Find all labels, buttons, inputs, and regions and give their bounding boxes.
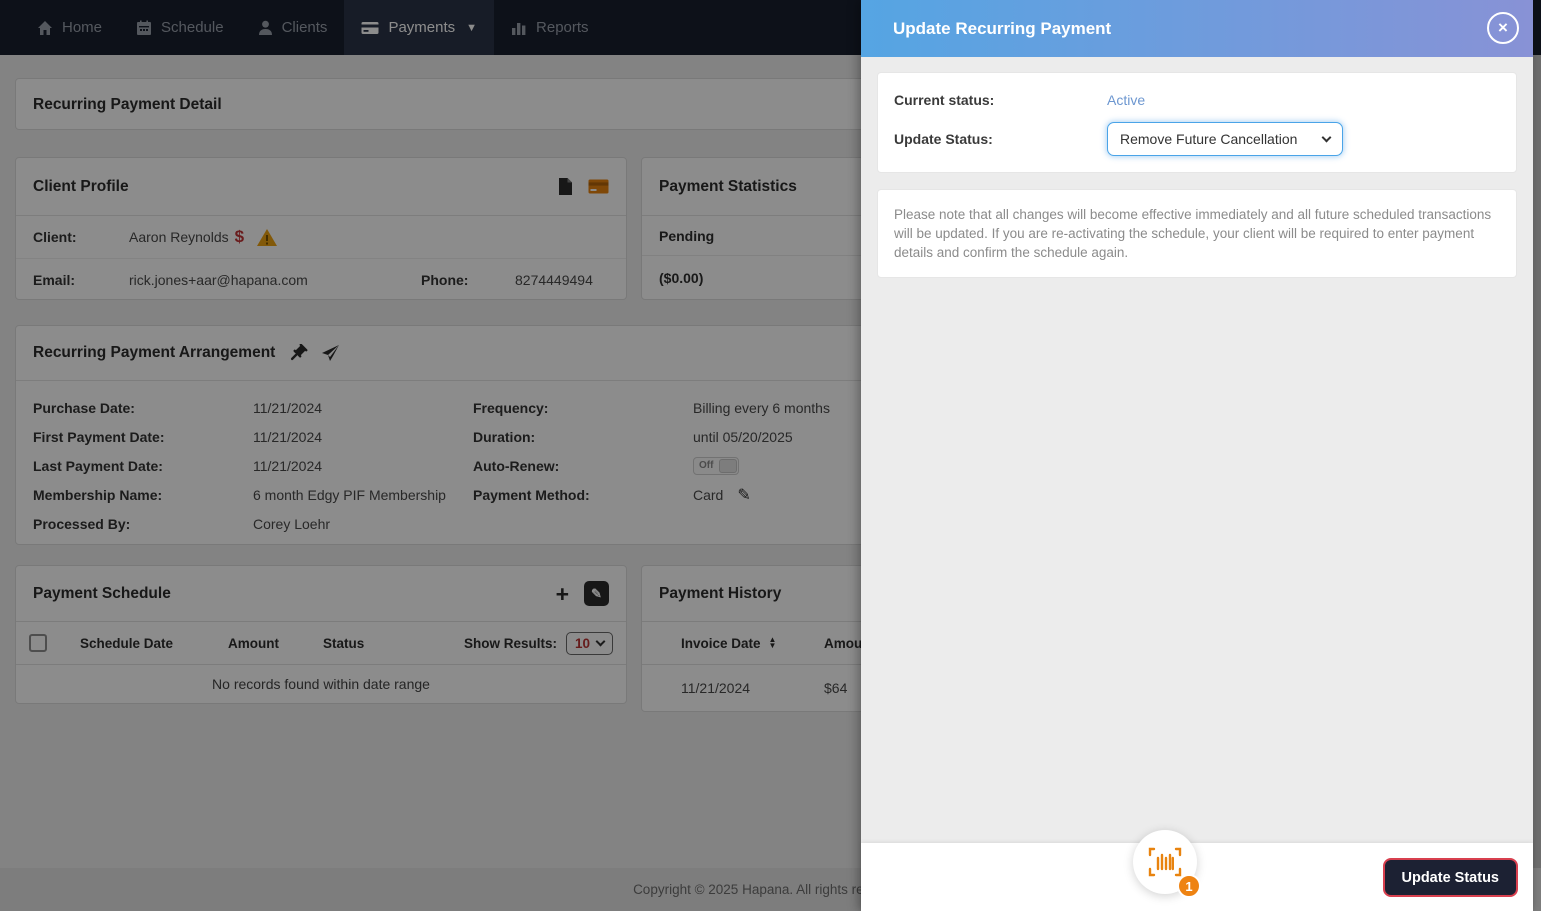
notification-badge: 1 bbox=[1177, 874, 1201, 898]
update-status-select[interactable]: Remove Future Cancellation bbox=[1107, 122, 1343, 156]
update-recurring-payment-modal: Update Recurring Payment × Current statu… bbox=[861, 0, 1533, 911]
current-status-label: Current status: bbox=[894, 92, 1107, 108]
current-status-value: Active bbox=[1107, 92, 1145, 108]
update-status-selected-option: Remove Future Cancellation bbox=[1120, 131, 1297, 147]
note-text: Please note that all changes will become… bbox=[894, 207, 1491, 260]
close-icon[interactable]: × bbox=[1487, 12, 1519, 44]
barcode-icon bbox=[1147, 847, 1183, 877]
status-card: Current status: Active Update Status: Re… bbox=[877, 72, 1517, 173]
update-status-label: Update Status: bbox=[894, 131, 1107, 147]
update-status-button[interactable]: Update Status bbox=[1383, 858, 1519, 897]
barcode-scan-fab[interactable]: 1 bbox=[1133, 830, 1197, 894]
chevron-down-icon bbox=[1322, 132, 1332, 142]
modal-body: Current status: Active Update Status: Re… bbox=[861, 57, 1533, 843]
modal-title: Update Recurring Payment bbox=[893, 19, 1111, 39]
update-status-row: Update Status: Remove Future Cancellatio… bbox=[894, 122, 1500, 156]
current-status-row: Current status: Active bbox=[894, 86, 1500, 114]
note-card: Please note that all changes will become… bbox=[877, 189, 1517, 278]
